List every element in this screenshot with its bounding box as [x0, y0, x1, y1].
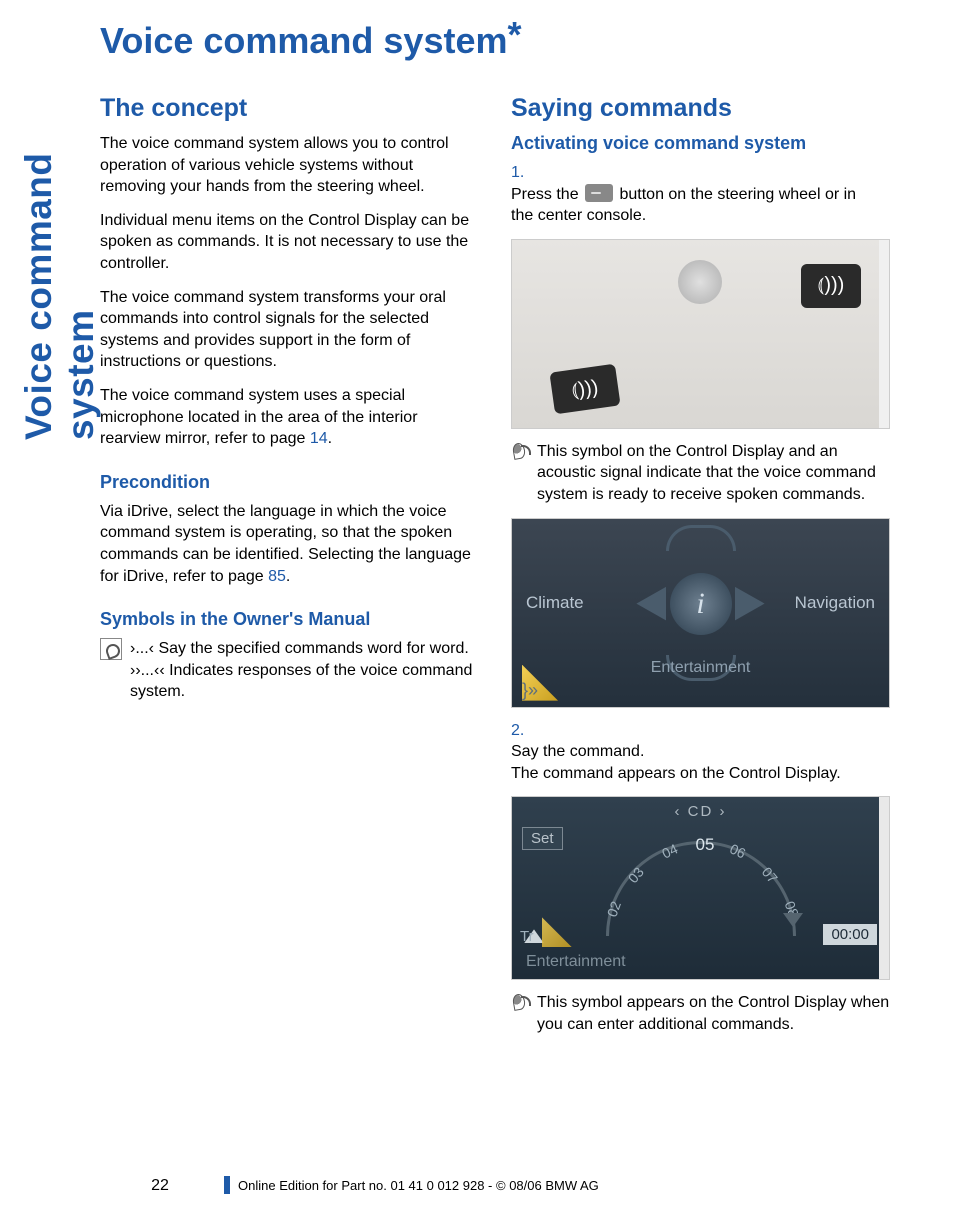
voice-button-icon [585, 184, 613, 202]
heading-activating: Activating voice command system [511, 133, 890, 154]
idrive-center-info-icon: i [670, 573, 732, 635]
page-title-text: Voice command system [100, 20, 508, 61]
precondition-para: Via iDrive, select the language in which… [100, 501, 479, 587]
figure-idrive-menu: i Climate Navigation Entertainment }» [511, 518, 890, 708]
figure-dashboard-buttons: ⦅))) ⦅))) [511, 239, 890, 429]
voice-button-callout-2: ⦅))) [549, 363, 620, 414]
step-2-text-b: The command appears on the Control Displ… [511, 765, 841, 782]
idrive-knob-icon [678, 260, 722, 304]
step-1-number: 1. [511, 162, 537, 184]
cd-entertainment-label: Entertainment [526, 953, 626, 971]
heading-symbols: Symbols in the Owner's Manual [100, 609, 479, 630]
voice-ready-text: This symbol on the Control Display and a… [537, 443, 876, 503]
voice-more-text: This symbol appears on the Control Displ… [537, 994, 889, 1033]
cd-time: 00:00 [823, 924, 877, 945]
step-2-number: 2. [511, 720, 537, 742]
symbol-row-1: ›...‹ Say the specified commands word fo… [100, 638, 479, 703]
footer-edition-line: Online Edition for Part no. 01 41 0 012 … [238, 1178, 599, 1193]
symbol-2-lead: ››...‹‹ [130, 662, 165, 679]
cd-dial-arc-icon [606, 841, 796, 936]
cd-tick-05: 05 [696, 835, 715, 855]
step-2-text-a: Say the command. [511, 743, 644, 760]
step-2: 2. Say the command. The command appears … [511, 720, 890, 785]
voice-ready-para: This symbol on the Control Display and a… [511, 441, 890, 506]
page-number: 22 [100, 1177, 220, 1195]
page-footer: 22 Online Edition for Part no. 01 41 0 01… [100, 1176, 890, 1195]
voice-more-para: This symbol appears on the Control Displ… [511, 992, 890, 1035]
page-ref-85[interactable]: 85 [268, 568, 286, 585]
page-ref-14[interactable]: 14 [310, 430, 328, 447]
optional-equipment-marker: * [508, 14, 522, 55]
footer-bar-icon [224, 1176, 230, 1194]
heading-precondition: Precondition [100, 472, 479, 493]
symbol-1-text: Say the specified commands word for word… [154, 640, 469, 657]
voice-button-callout-1: ⦅))) [801, 264, 861, 308]
concept-para-4b: . [328, 430, 332, 447]
cd-track-label: Tr [520, 928, 534, 945]
voice-command-box-icon [100, 638, 122, 660]
page-title: Voice command system* [100, 20, 890, 62]
symbol-1-lead: ›...‹ [130, 640, 154, 657]
precondition-para-b: . [286, 568, 290, 585]
voice-more-symbol-icon [511, 992, 531, 1010]
idrive-label-navigation: Navigation [795, 593, 875, 613]
side-tab-label: Voice command system [18, 20, 64, 440]
concept-para-1: The voice command system allows you to c… [100, 133, 479, 198]
concept-para-3: The voice command system transforms your… [100, 287, 479, 373]
step-1: 1. Press the button on the steering whee… [511, 162, 890, 227]
idrive-arrow-right-icon [735, 587, 765, 621]
idrive-voice-glyph-icon: }» [522, 680, 538, 701]
symbol-2-text: Indicates responses of the voice command… [130, 662, 472, 701]
step-1-text-a: Press the [511, 186, 583, 203]
idrive-label-climate: Climate [526, 593, 584, 613]
right-column: Saying commands Activating voice command… [511, 88, 890, 1048]
voice-ready-symbol-icon [511, 441, 531, 459]
heading-concept: The concept [100, 94, 479, 123]
figure-cd-display: ‹ CD › Set 02 03 04 05 06 07 08 Tr [511, 796, 890, 980]
concept-para-4: The voice command system uses a special … [100, 385, 479, 450]
page-content: Voice command system* The concept The vo… [100, 20, 890, 1048]
cd-top-label: ‹ CD › [512, 803, 889, 820]
cd-corner-flag-icon [542, 917, 572, 947]
idrive-arc-top-icon [666, 525, 736, 551]
cd-set-button: Set [522, 827, 563, 850]
concept-para-4a: The voice command system uses a special … [100, 387, 418, 447]
idrive-label-entertainment: Entertainment [651, 659, 751, 677]
left-column: The concept The voice command system all… [100, 88, 479, 1048]
heading-saying-commands: Saying commands [511, 94, 890, 123]
concept-para-2: Individual menu items on the Control Dis… [100, 210, 479, 275]
idrive-arrow-left-icon [636, 587, 666, 621]
